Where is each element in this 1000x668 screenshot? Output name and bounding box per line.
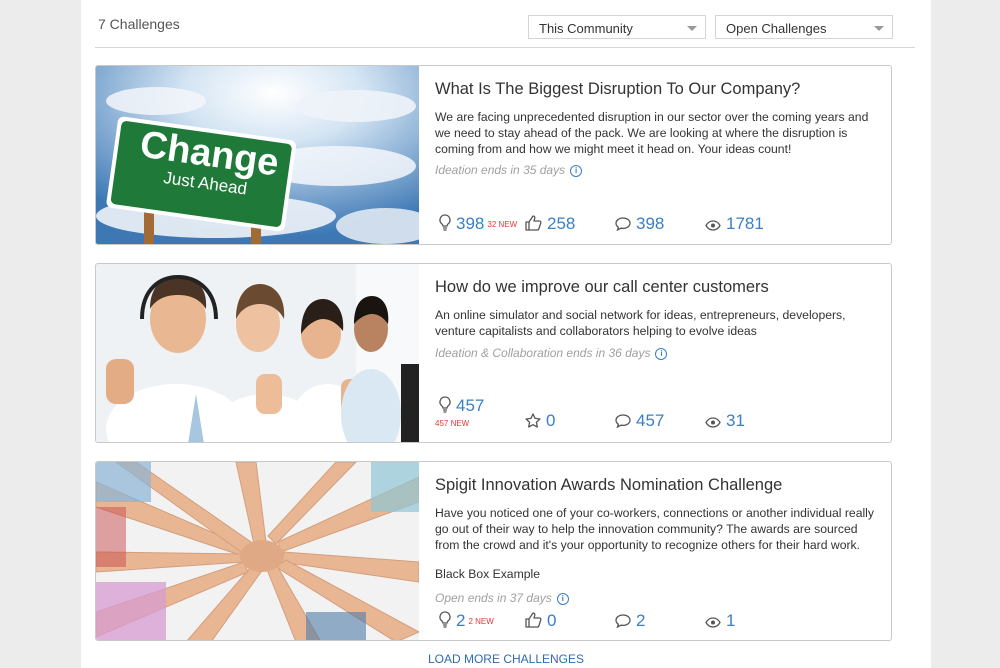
info-icon[interactable]: i — [556, 593, 569, 605]
lightbulb-icon — [439, 611, 451, 628]
comments-count: 2 — [636, 611, 646, 630]
views-stat[interactable]: 31 — [705, 411, 745, 431]
chevron-down-icon — [687, 26, 697, 31]
favorite-stat[interactable]: 0 — [525, 411, 555, 431]
comments-count: 457 — [636, 411, 665, 430]
favorites-count: 0 — [546, 411, 556, 430]
challenge-description: We are facing unprecedented disruption i… — [435, 110, 869, 156]
challenges-panel: 7 Challenges This Community Open Challen… — [81, 0, 931, 668]
deadline-text: Ideation ends in 35 days — [435, 163, 566, 177]
views-count: 1 — [726, 611, 736, 630]
thumbs-up-icon — [525, 215, 542, 231]
ideas-count: 398 — [456, 214, 485, 233]
load-more-challenges-link[interactable]: LOAD MORE CHALLENGES — [81, 652, 931, 666]
challenge-deadline: Ideation ends in 35 days i — [435, 163, 583, 177]
comments-count: 398 — [636, 214, 665, 233]
thumbs-up-icon — [525, 612, 542, 628]
ideas-stat[interactable]: 398 32 NEW — [439, 214, 517, 234]
challenge-image-team-hands[interactable] — [96, 462, 419, 640]
info-icon[interactable]: i — [655, 348, 668, 360]
new-ideas-badge: 2 NEW — [468, 617, 494, 626]
new-ideas-badge: 32 NEW — [487, 220, 518, 229]
chevron-down-icon — [874, 26, 884, 31]
challenge-count: 7 Challenges — [98, 16, 180, 32]
challenge-body: Spigit Innovation Awards Nomination Chal… — [435, 462, 881, 640]
eye-icon — [705, 417, 721, 428]
views-stat[interactable]: 1781 — [705, 214, 764, 234]
ideas-count: 2 — [456, 611, 466, 630]
ideas-stat[interactable]: 22 NEW — [439, 611, 494, 631]
comments-stat[interactable]: 2 — [615, 611, 645, 631]
likes-stat[interactable]: 258 — [525, 214, 575, 234]
eye-icon — [705, 220, 721, 231]
challenge-card[interactable]: Change Just Ahead What Is The Biggest Di… — [95, 65, 892, 245]
challenge-title[interactable]: Spigit Innovation Awards Nomination Chal… — [435, 476, 782, 495]
views-count: 1781 — [726, 214, 764, 233]
lightbulb-icon — [439, 214, 451, 231]
views-stat[interactable]: 1 — [705, 611, 735, 631]
challenge-deadline: Open ends in 37 days i — [435, 591, 569, 605]
challenge-type: Black Box Example — [435, 567, 540, 581]
ideas-stat[interactable]: 457 — [439, 396, 484, 416]
star-icon — [525, 413, 541, 428]
deadline-text: Open ends in 37 days — [435, 591, 552, 605]
likes-count: 0 — [547, 611, 557, 630]
ideas-count: 457 — [456, 396, 485, 415]
challenge-title[interactable]: What Is The Biggest Disruption To Our Co… — [435, 80, 800, 99]
views-count: 31 — [726, 411, 745, 430]
challenge-image-call-center[interactable] — [96, 264, 419, 442]
divider — [95, 47, 915, 48]
new-ideas-badge: 457 NEW — [435, 419, 470, 428]
eye-icon — [705, 617, 721, 628]
comment-icon — [615, 614, 631, 629]
deadline-text: Ideation & Collaboration ends in 36 days — [435, 346, 651, 360]
challenge-card[interactable]: How do we improve our call center custom… — [95, 263, 892, 443]
comments-stat[interactable]: 398 — [615, 214, 664, 234]
likes-stat[interactable]: 0 — [525, 611, 556, 631]
challenge-deadline: Ideation & Collaboration ends in 36 days… — [435, 346, 668, 360]
community-filter-value: This Community — [539, 21, 633, 36]
comments-stat[interactable]: 457 — [615, 411, 664, 431]
info-icon[interactable]: i — [570, 165, 583, 177]
challenge-description: An online simulator and social network f… — [435, 308, 846, 338]
community-filter-select[interactable]: This Community — [528, 15, 706, 39]
likes-count: 258 — [547, 214, 576, 233]
status-filter-value: Open Challenges — [726, 21, 827, 36]
lightbulb-icon — [439, 396, 451, 413]
challenge-title[interactable]: How do we improve our call center custom… — [435, 278, 769, 297]
challenge-description: Have you noticed one of your co-workers,… — [435, 506, 874, 552]
status-filter-select[interactable]: Open Challenges — [715, 15, 893, 39]
challenge-body: What Is The Biggest Disruption To Our Co… — [435, 66, 881, 244]
challenge-body: How do we improve our call center custom… — [435, 264, 881, 442]
challenge-image-change-sign[interactable]: Change Just Ahead — [96, 66, 419, 244]
challenge-card[interactable]: Spigit Innovation Awards Nomination Chal… — [95, 461, 892, 641]
comment-icon — [615, 217, 631, 232]
comment-icon — [615, 414, 631, 429]
